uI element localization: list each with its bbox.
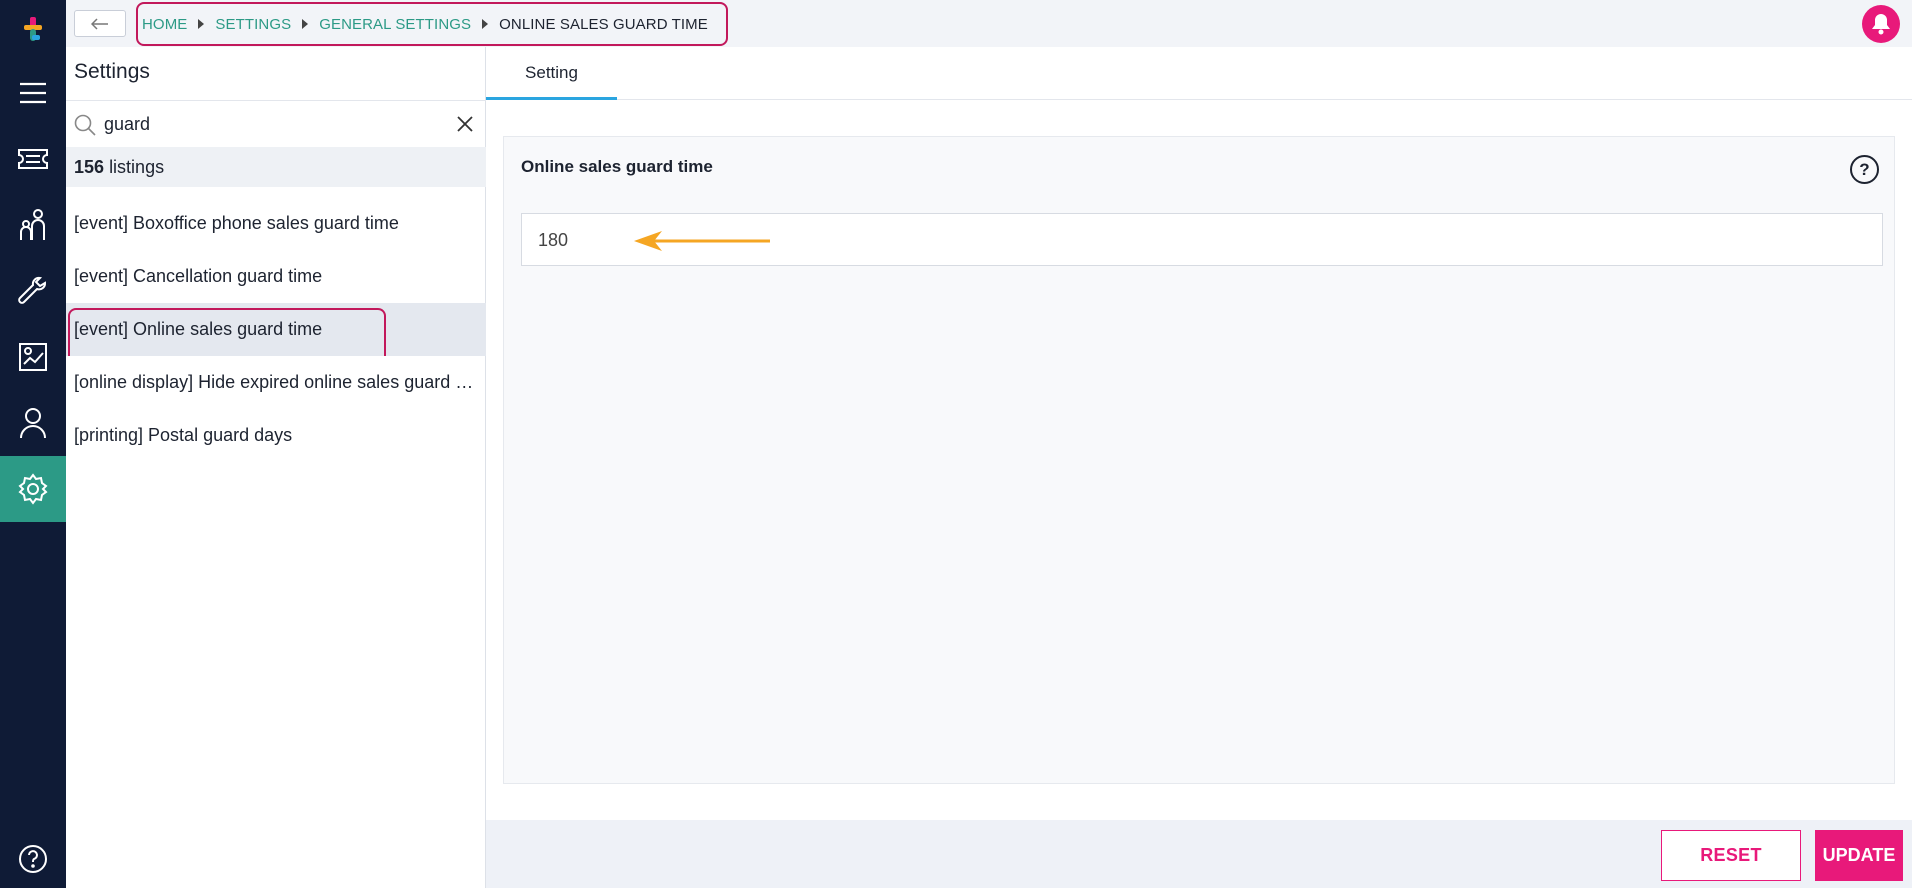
action-footer: RESET UPDATE (486, 820, 1912, 888)
list-item-label: [online display] Hide expired online sal… (74, 372, 486, 392)
people-icon[interactable] (0, 192, 66, 258)
breadcrumb-home[interactable]: HOME (142, 16, 187, 33)
arrow-annotation-icon (634, 231, 770, 251)
breadcrumb: HOME SETTINGS GENERAL SETTINGS ONLINE SA… (136, 2, 728, 46)
help-icon[interactable]: ? (1850, 155, 1879, 184)
list-item-selected[interactable]: [event] Online sales guard time (66, 303, 486, 356)
breadcrumb-separator-icon (482, 19, 489, 29)
list-item[interactable]: [printing] Postal guard days (66, 409, 486, 462)
breadcrumb-general-settings[interactable]: GENERAL SETTINGS (319, 16, 471, 33)
tab-bar: Setting (486, 47, 1912, 100)
result-count-number: 156 (74, 157, 105, 177)
bell-icon (1872, 14, 1890, 35)
menu-icon[interactable] (0, 60, 66, 126)
tab-setting[interactable]: Setting (486, 47, 617, 100)
breadcrumb-current: ONLINE SALES GUARD TIME (499, 15, 708, 33)
report-icon[interactable] (0, 324, 66, 390)
list-item-label: [event] Boxoffice phone sales guard time (74, 213, 399, 233)
list-item-label: [event] Online sales guard time (74, 319, 323, 339)
help-circle-icon[interactable] (0, 826, 66, 888)
top-bar: HOME SETTINGS GENERAL SETTINGS ONLINE SA… (66, 0, 1912, 47)
app-logo-icon[interactable] (0, 0, 66, 60)
breadcrumb-separator-icon (302, 19, 309, 29)
setting-card: Online sales guard time ? (503, 136, 1895, 784)
panel-title: Settings (74, 60, 150, 83)
reset-button[interactable]: RESET (1661, 830, 1801, 881)
settings-list-panel: Settings 156 listings [event] Boxoffice … (66, 47, 486, 888)
notifications-button[interactable] (1862, 5, 1900, 43)
nav-rail (0, 0, 66, 888)
search-bar (66, 100, 486, 147)
search-icon (74, 114, 96, 136)
search-input[interactable] (104, 109, 434, 139)
breadcrumb-settings[interactable]: SETTINGS (215, 16, 291, 33)
list-item-label: [printing] Postal guard days (74, 425, 293, 445)
result-count-label: listings (109, 157, 165, 177)
settings-list: [event] Boxoffice phone sales guard time… (66, 197, 486, 462)
gear-icon[interactable] (0, 456, 66, 522)
arrow-left-icon (91, 17, 108, 30)
field-label: Online sales guard time (521, 157, 713, 176)
close-icon[interactable] (456, 115, 474, 133)
result-count: 156 listings (66, 147, 486, 187)
main-content: Setting Online sales guard time ? RESET … (486, 47, 1912, 888)
back-button[interactable] (74, 10, 126, 37)
list-item[interactable]: [event] Cancellation guard time (66, 250, 486, 303)
list-item-label: [event] Cancellation guard time (74, 266, 323, 286)
update-button[interactable]: UPDATE (1815, 830, 1903, 881)
ticket-icon[interactable] (0, 126, 66, 192)
wrench-icon[interactable] (0, 258, 66, 324)
breadcrumb-separator-icon (198, 19, 205, 29)
value-input[interactable] (538, 226, 1138, 254)
user-icon[interactable] (0, 390, 66, 456)
list-item[interactable]: [event] Boxoffice phone sales guard time (66, 197, 486, 250)
list-item[interactable]: [online display] Hide expired online sal… (66, 356, 486, 409)
